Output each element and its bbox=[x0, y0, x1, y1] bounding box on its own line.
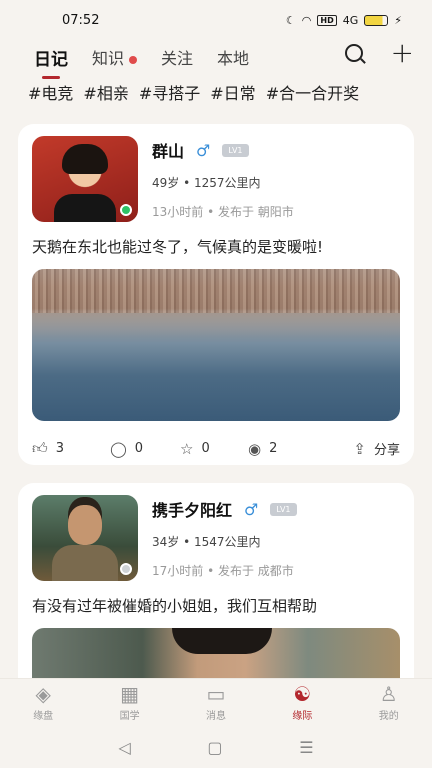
view-count-value: 2 bbox=[269, 441, 278, 456]
level-badge: LV1 bbox=[270, 502, 297, 516]
level-badge: LV1 bbox=[222, 143, 249, 157]
favorite-button[interactable]: ☆ 0 bbox=[180, 440, 248, 458]
tab-local[interactable]: 本地 bbox=[217, 45, 249, 69]
moon-icon: ☾ bbox=[285, 13, 296, 27]
bottom-nav: ◈ 缘盘 ▦ 国学 ▭ 消息 ☯ 缘际 ♙ 我的 bbox=[0, 678, 432, 726]
post-feed: 群山 ♂ LV1 49岁 • 1257公里内 13小时前 • 发布于 朝阳市 天… bbox=[18, 124, 414, 721]
male-icon: ♂ bbox=[244, 499, 259, 519]
status-bar: 07:52 ☾ ◠ HD 4G ⚡ bbox=[0, 0, 432, 40]
male-icon: ♂ bbox=[196, 140, 211, 160]
like-button[interactable]: 👍︎ 3 bbox=[32, 439, 110, 458]
name-row: 群山 ♂ LV1 bbox=[152, 138, 294, 162]
wifi-icon: ◠ bbox=[301, 13, 312, 27]
post-header: 群山 ♂ LV1 49岁 • 1257公里内 13小时前 • 发布于 朝阳市 bbox=[32, 136, 400, 222]
thumbs-up-icon: 👍︎ bbox=[32, 439, 48, 457]
like-count: 3 bbox=[55, 441, 64, 456]
star-icon: ☆ bbox=[180, 439, 194, 458]
system-nav-bar: ◁ ▢ ☰ bbox=[0, 726, 432, 768]
comment-count: 0 bbox=[134, 441, 144, 456]
nav-guoxue[interactable]: ▦ 国学 bbox=[87, 679, 173, 726]
nav-label: 缘际 bbox=[292, 711, 313, 722]
nav-label: 国学 bbox=[119, 711, 140, 722]
back-icon[interactable]: ◁ bbox=[118, 738, 130, 757]
battery-icon bbox=[364, 14, 389, 26]
eye-icon: ◉ bbox=[248, 439, 262, 458]
user-name[interactable]: 携手夕阳红 bbox=[152, 497, 232, 521]
octopus-icon: ☯ bbox=[293, 682, 312, 706]
age-distance: 34岁 • 1547公里内 bbox=[152, 535, 261, 549]
time-location: 13小时前 • 发布于 朝阳市 bbox=[152, 205, 294, 219]
time-location: 17小时前 • 发布于 成都市 bbox=[152, 564, 294, 578]
hashtag-item[interactable]: #日常 bbox=[210, 80, 255, 104]
message-icon: ▭ bbox=[206, 682, 226, 706]
tab-knowledge[interactable]: 知识 bbox=[92, 45, 138, 69]
grid-icon: ▦ bbox=[120, 682, 140, 706]
nav-label: 缘盘 bbox=[33, 711, 54, 722]
nav-messages[interactable]: ▭ 消息 bbox=[173, 679, 259, 726]
hashtag-item[interactable]: #相亲 bbox=[83, 80, 128, 104]
hd-badge: HD bbox=[317, 14, 337, 26]
nav-yuanpan[interactable]: ◈ 缘盘 bbox=[0, 679, 86, 726]
diamond-grid-icon: ◈ bbox=[35, 682, 51, 706]
tab-knowledge-label: 知识 bbox=[92, 49, 125, 68]
hashtag-item[interactable]: #寻搭子 bbox=[139, 80, 200, 104]
status-time: 07:52 bbox=[62, 12, 100, 28]
comment-icon: ◯ bbox=[110, 439, 127, 458]
top-actions: + bbox=[344, 39, 414, 67]
post-image[interactable] bbox=[32, 269, 400, 421]
post-card[interactable]: 群山 ♂ LV1 49岁 • 1257公里内 13小时前 • 发布于 朝阳市 天… bbox=[18, 124, 414, 465]
status-icons: ☾ ◠ HD 4G ⚡ bbox=[286, 14, 402, 27]
menu-icon[interactable]: ☰ bbox=[299, 738, 313, 757]
nav-profile[interactable]: ♙ 我的 bbox=[346, 679, 432, 726]
nav-yuanji[interactable]: ☯ 缘际 bbox=[259, 679, 345, 726]
post-actions: 👍︎ 3 ◯ 0 ☆ 0 ◉ 2 ⇪ 分享 bbox=[32, 439, 400, 458]
image-reflection bbox=[32, 313, 400, 343]
image-trees bbox=[32, 269, 400, 313]
favorite-count: 0 bbox=[201, 441, 210, 456]
user-icon: ♙ bbox=[379, 682, 398, 706]
avatar[interactable] bbox=[32, 495, 138, 581]
tab-follow[interactable]: 关注 bbox=[161, 45, 193, 69]
share-button[interactable]: ⇪ 分享 bbox=[353, 439, 400, 459]
share-label: 分享 bbox=[373, 443, 400, 458]
user-info: 携手夕阳红 ♂ LV1 34岁 • 1547公里内 17小时前 • 发布于 成都… bbox=[152, 495, 297, 581]
user-name[interactable]: 群山 bbox=[152, 138, 184, 162]
add-post-icon[interactable]: + bbox=[391, 39, 414, 67]
name-row: 携手夕阳红 ♂ LV1 bbox=[152, 497, 297, 521]
user-info: 群山 ♂ LV1 49岁 • 1257公里内 13小时前 • 发布于 朝阳市 bbox=[152, 136, 294, 222]
post-text: 天鹅在东北也能过冬了，气候真的是变暖啦! bbox=[32, 238, 324, 256]
comment-button[interactable]: ◯ 0 bbox=[110, 440, 180, 458]
hashtag-item[interactable]: #合一合开奖 bbox=[266, 80, 359, 104]
notification-dot bbox=[129, 55, 138, 64]
age-distance: 49岁 • 1257公里内 bbox=[152, 176, 261, 190]
hashtag-item[interactable]: #电竞 bbox=[28, 80, 73, 104]
tab-diary[interactable]: 日记 bbox=[34, 45, 68, 79]
search-icon[interactable] bbox=[344, 44, 363, 62]
share-icon: ⇪ bbox=[353, 439, 366, 458]
signal-icon: 4G bbox=[342, 13, 359, 27]
hashtag-bar: #电竞 #相亲 #寻搭子 #日常 #合一合开奖 bbox=[28, 80, 432, 104]
online-status-dot bbox=[120, 563, 132, 575]
avatar[interactable] bbox=[32, 136, 138, 222]
post-card[interactable]: 携手夕阳红 ♂ LV1 34岁 • 1547公里内 17小时前 • 发布于 成都… bbox=[18, 483, 414, 703]
post-header: 携手夕阳红 ♂ LV1 34岁 • 1547公里内 17小时前 • 发布于 成都… bbox=[32, 495, 400, 581]
home-icon[interactable]: ▢ bbox=[207, 738, 222, 757]
charging-icon: ⚡ bbox=[394, 13, 402, 27]
online-status-dot bbox=[120, 204, 132, 216]
view-count: ◉ 2 bbox=[248, 440, 338, 458]
nav-label: 消息 bbox=[205, 711, 226, 722]
nav-label: 我的 bbox=[378, 711, 399, 722]
post-text: 有没有过年被催婚的小姐姐，我们互相帮助 bbox=[32, 597, 318, 615]
